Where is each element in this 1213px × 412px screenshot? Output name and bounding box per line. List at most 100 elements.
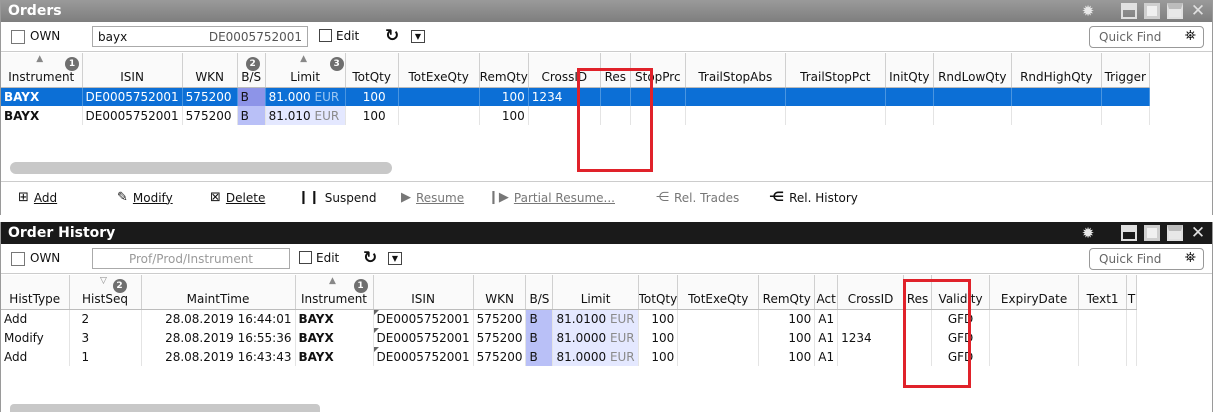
close-icon[interactable]: ✕	[1190, 3, 1206, 20]
cell-limit: 81.0000 EUR	[552, 328, 639, 347]
restore-window-icon[interactable]	[1121, 3, 1137, 19]
cell-crossid: 1234	[837, 328, 905, 347]
sort-order-badge: 1	[353, 279, 368, 293]
delete-icon: ⊠	[210, 190, 221, 205]
col-header[interactable]: TotQty	[345, 53, 399, 88]
sort-asc-icon: ▲	[36, 54, 44, 64]
table-row[interactable]: BAYX DE0005752001 575200 B 81.010 EUR 10…	[1, 106, 1150, 125]
col-header[interactable]: MaintTime	[141, 275, 296, 310]
sort-asc-icon: ▲	[329, 276, 336, 286]
rel-history-button[interactable]: ⋲ Rel. History	[769, 190, 858, 205]
partial-resume-button[interactable]: ❙▶ Partial Resume...	[488, 190, 615, 205]
col-header[interactable]: B/S	[525, 275, 554, 310]
cell-limit: 81.000 EUR	[265, 87, 346, 106]
close-icon[interactable]: ✕	[1190, 225, 1206, 242]
orders-search-input[interactable]: bayx DE0005752001	[92, 26, 308, 47]
orders-horizontal-scrollbar[interactable]	[10, 162, 392, 174]
history-window-controls: ✹ ✕	[1073, 225, 1206, 242]
col-header[interactable]: ▲ 3 Limit	[265, 53, 346, 88]
col-header[interactable]: 2 B/S	[237, 53, 266, 88]
refresh-icon[interactable]: ↻	[363, 248, 377, 268]
col-header[interactable]: RndLowQty	[933, 53, 1012, 88]
search-isin: DE0005752001	[208, 30, 302, 44]
col-header[interactable]: HistType	[1, 275, 70, 310]
col-header[interactable]: T	[1126, 275, 1138, 310]
cell-isin: DE0005752001	[82, 106, 183, 125]
resume-button[interactable]: ▶ Resume	[401, 190, 464, 205]
edit-icon	[299, 251, 312, 264]
delete-button[interactable]: ⊠ Delete	[210, 190, 265, 205]
binoculars-icon: ⛯	[1184, 28, 1196, 44]
quick-find-button[interactable]: Quick Find ⛯	[1089, 26, 1204, 48]
edit-button[interactable]: Edit	[299, 251, 339, 265]
col-header[interactable]: ▲ 1 Instrument	[295, 275, 374, 310]
cell-bs: B	[237, 87, 266, 106]
col-header[interactable]: ▲ 1 Instrument	[1, 53, 83, 88]
own-checkbox[interactable]	[11, 252, 25, 266]
edit-icon	[319, 29, 332, 42]
restore-window-icon[interactable]	[1121, 225, 1137, 241]
col-header[interactable]: TotQty	[638, 275, 679, 310]
cell-histseq: 3	[69, 328, 142, 347]
cell-totexeqty	[398, 106, 480, 125]
col-header[interactable]: ExpiryDate	[989, 275, 1080, 310]
cell-limit: 81.0100 EUR	[552, 309, 639, 328]
col-header[interactable]: ISIN	[82, 53, 183, 88]
col-header[interactable]: RemQty	[758, 275, 816, 310]
suspend-button[interactable]: ❙❙ Suspend	[298, 190, 377, 205]
cell-remqty: 100	[758, 309, 816, 328]
cell-histseq: 2	[69, 309, 142, 328]
col-header[interactable]: Trigger	[1101, 53, 1150, 88]
save-layout-icon[interactable]	[1167, 3, 1183, 19]
history-toolbar: OWN Prof/Prod/Instrument Edit ↻ ▼ Quick …	[1, 244, 1212, 274]
maximize-icon[interactable]	[1144, 3, 1160, 19]
cell-histtype: Modify	[1, 328, 70, 347]
col-header[interactable]: RndHighQty	[1011, 53, 1102, 88]
history-search-input[interactable]: Prof/Prod/Instrument	[92, 248, 290, 269]
cell-instrument: BAYX	[1, 106, 83, 125]
cell-instrument: BAYX	[295, 347, 374, 366]
col-header[interactable]: TrailStopAbs	[685, 53, 786, 88]
col-header[interactable]: InitQty	[885, 53, 934, 88]
dropdown-icon[interactable]: ▼	[388, 252, 402, 265]
dropdown-icon[interactable]: ▼	[411, 30, 425, 43]
add-button[interactable]: ⊞ Add	[18, 190, 57, 205]
cell-wkn: 575200	[182, 106, 238, 125]
col-header[interactable]: Act	[814, 275, 839, 310]
col-header[interactable]: WKN	[473, 275, 527, 310]
col-header[interactable]: TotExeQty	[677, 275, 760, 310]
save-layout-icon[interactable]	[1167, 225, 1183, 241]
history-horizontal-scrollbar[interactable]	[10, 404, 320, 412]
gear-icon[interactable]: ✹	[1080, 3, 1096, 19]
col-header[interactable]: ISIN	[373, 275, 474, 310]
cell-remqty: 100	[479, 87, 529, 106]
rel-trades-button[interactable]: ⋲ Rel. Trades	[656, 190, 739, 205]
cell-totqty: 100	[638, 328, 679, 347]
col-header[interactable]: Text1	[1078, 275, 1128, 310]
col-header[interactable]: CrossID	[837, 275, 905, 310]
edit-button[interactable]: Edit	[319, 29, 359, 43]
col-header[interactable]: WKN	[182, 53, 238, 88]
search-value: bayx	[98, 30, 128, 44]
cell-bs: B	[525, 309, 554, 328]
refresh-icon[interactable]: ↻	[385, 26, 399, 46]
gear-icon[interactable]: ✹	[1080, 225, 1096, 241]
col-header[interactable]: TotExeQty	[398, 53, 480, 88]
col-header[interactable]: ▽ 2 HistSeq	[69, 275, 142, 310]
col-header[interactable]: RemQty	[479, 53, 529, 88]
table-row[interactable]: BAYX DE0005752001 575200 B 81.000 EUR 10…	[1, 87, 1150, 106]
col-header[interactable]: Limit	[552, 275, 639, 310]
modify-button[interactable]: ✎ Modify	[117, 190, 173, 205]
modify-icon: ✎	[117, 190, 128, 205]
own-checkbox[interactable]	[11, 30, 25, 44]
orders-titlebar: Orders ✹ ✕	[1, 0, 1212, 22]
edit-label: Edit	[336, 29, 360, 43]
maximize-icon[interactable]	[1144, 225, 1160, 241]
cell-mainttime: 28.08.2019 16:43:43	[141, 347, 296, 366]
add-icon: ⊞	[18, 190, 29, 205]
col-header[interactable]: TrailStopPct	[785, 53, 886, 88]
cell-wkn: 575200	[182, 87, 238, 106]
quick-find-button[interactable]: Quick Find ⛯	[1089, 248, 1204, 270]
pause-icon: ❙❙	[298, 190, 320, 205]
cell-wkn: 575200	[473, 309, 527, 328]
